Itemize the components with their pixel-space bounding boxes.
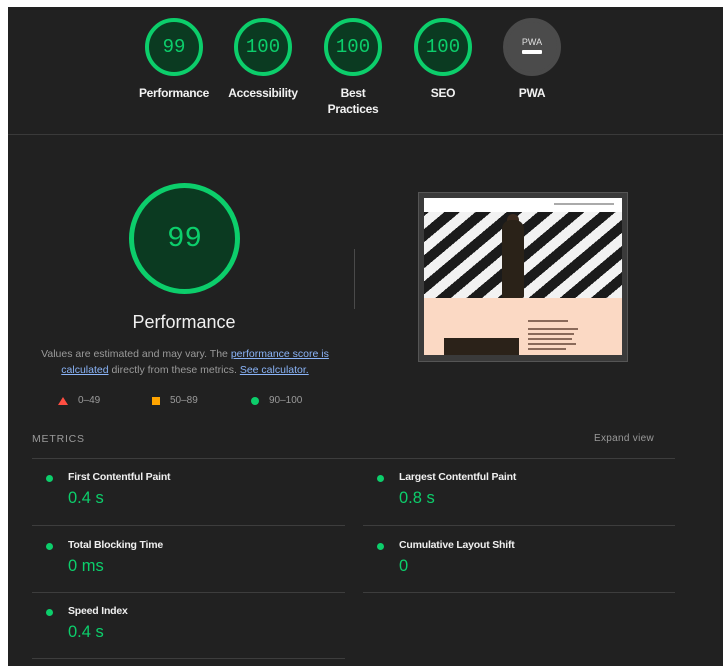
thumbnail-text-line (528, 343, 576, 345)
gauge-best-practices-label: Best Practices (327, 86, 379, 116)
lighthouse-report: 99 Performance 100 Accessibility 100 Bes… (8, 7, 723, 666)
metric-value: 0.4 s (68, 489, 104, 507)
legend-average-label: 50–89 (170, 395, 198, 406)
pwa-badge: PWA (503, 18, 561, 76)
section-divider (354, 249, 355, 309)
desc-prefix: Values are estimated and may vary. The (41, 348, 231, 360)
thumbnail-photo (444, 338, 519, 355)
gauge-accessibility[interactable]: 100 Accessibility (218, 18, 308, 101)
performance-big-gauge: 99 (129, 183, 240, 294)
thumbnail-heading-line (528, 320, 568, 322)
metric-name: First Contentful Paint (68, 471, 171, 483)
legend-pass-label: 90–100 (269, 395, 303, 406)
gauge-seo-score: 100 (414, 18, 472, 76)
thumbnail-text-line (528, 348, 566, 350)
see-calculator-link[interactable]: See calculator. (240, 364, 309, 376)
metric-row-divider (363, 592, 675, 593)
metric-name: Largest Contentful Paint (399, 471, 517, 483)
triangle-icon (58, 396, 68, 405)
pass-dot-icon (377, 543, 384, 550)
metric-value: 0.4 s (68, 623, 104, 641)
metric-value: 0 (399, 557, 409, 575)
circle-icon (251, 396, 259, 405)
gauge-performance[interactable]: 99 Performance (129, 18, 219, 101)
metric-name: Total Blocking Time (68, 539, 163, 551)
thumbnail-image (424, 198, 622, 355)
thumbnail-text-line (528, 333, 574, 335)
gauge-seo-label: SEO (430, 86, 456, 100)
gauge-seo[interactable]: 100 SEO (398, 18, 488, 101)
gauge-accessibility-label: Accessibility (228, 86, 298, 100)
legend-pass: 90–100 (251, 395, 302, 406)
metric-name: Cumulative Layout Shift (399, 539, 515, 551)
pwa-badge-text: PWA (521, 36, 543, 47)
metrics-top-divider (32, 458, 675, 459)
thumbnail-lower-section (424, 298, 622, 355)
metrics-section-title: METRICS (32, 433, 85, 445)
thumbnail-person (502, 220, 524, 298)
thumbnail-hero-stripes (424, 212, 622, 298)
pass-dot-icon (46, 609, 53, 616)
page-screenshot-thumbnail[interactable] (418, 192, 628, 362)
pass-dot-icon (46, 475, 53, 482)
performance-title: Performance (132, 312, 236, 332)
gauge-pwa[interactable]: PWA PWA (487, 18, 577, 101)
category-gauges-bar: 99 Performance 100 Accessibility 100 Bes… (8, 7, 723, 135)
gauge-accessibility-score: 100 (234, 18, 292, 76)
gauge-performance-score: 99 (145, 18, 203, 76)
legend-fail-label: 0–49 (78, 395, 101, 406)
legend-average: 50–89 (152, 395, 198, 406)
gauge-best-practices-score: 100 (324, 18, 382, 76)
metric-name: Speed Index (68, 605, 128, 617)
metric-value: 0 ms (68, 557, 104, 575)
metric-row-divider (32, 658, 345, 659)
gauge-pwa-label: PWA (518, 86, 546, 100)
pass-dot-icon (377, 475, 384, 482)
square-icon (152, 396, 160, 405)
desc-middle: directly from these metrics. (108, 364, 240, 376)
expand-view-toggle[interactable]: Expand view (594, 433, 654, 444)
gauge-best-practices[interactable]: 100 Best Practices (308, 18, 398, 117)
legend-fail: 0–49 (58, 395, 100, 406)
gauge-performance-label: Performance (138, 86, 210, 100)
thumbnail-nav-links (554, 203, 614, 205)
thumbnail-text-line (528, 338, 572, 340)
thumbnail-text-line (528, 328, 578, 330)
metric-row-divider (32, 592, 345, 593)
metric-value: 0.8 s (399, 489, 435, 507)
metric-row-divider (363, 525, 675, 526)
performance-description: Values are estimated and may vary. The p… (30, 346, 340, 378)
pwa-dash-icon (522, 49, 542, 54)
metric-row-divider (32, 525, 345, 526)
thumbnail-nav-bar (424, 198, 622, 212)
pass-dot-icon (46, 543, 53, 550)
